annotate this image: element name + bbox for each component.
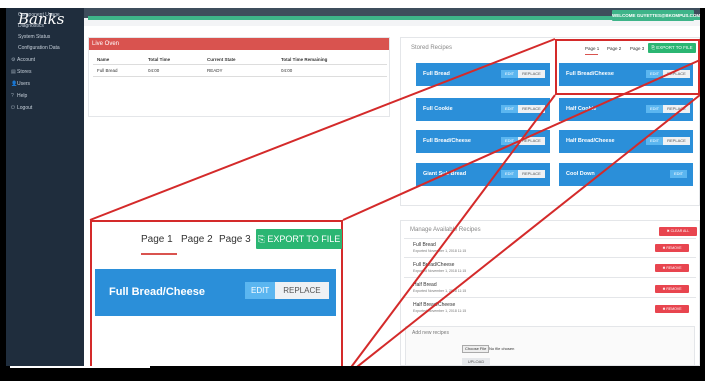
export-to-file-button[interactable]: ⎘ EXPORT TO FILE xyxy=(256,229,342,249)
export-icon: ⎘ xyxy=(257,234,268,244)
recipe-tile[interactable]: Full Bread/Cheese EDIT REPLACE xyxy=(95,269,336,316)
window-left-border xyxy=(0,8,6,381)
active-page-indicator xyxy=(141,253,177,255)
export-label: EXPORT TO FILE xyxy=(267,234,341,244)
recipe-tile-name: Full Bread/Cheese xyxy=(109,286,205,298)
callout-line xyxy=(89,38,556,221)
callout-line xyxy=(342,94,556,379)
window-bottom-border xyxy=(6,366,700,381)
window-right-border xyxy=(700,8,705,381)
replace-button[interactable]: REPLACE xyxy=(275,282,329,299)
window-bottom-highlight xyxy=(10,366,150,368)
callout-line xyxy=(342,94,701,379)
tab-page-1[interactable]: Page 1 xyxy=(141,234,173,245)
tab-page-3[interactable]: Page 3 xyxy=(219,234,251,245)
tab-page-2[interactable]: Page 2 xyxy=(181,234,213,245)
zoom-callout: Page 1 Page 2 Page 3 ⎘ EXPORT TO FILE Fu… xyxy=(90,220,343,380)
edit-button[interactable]: EDIT xyxy=(245,282,276,299)
callout-line xyxy=(342,59,701,221)
